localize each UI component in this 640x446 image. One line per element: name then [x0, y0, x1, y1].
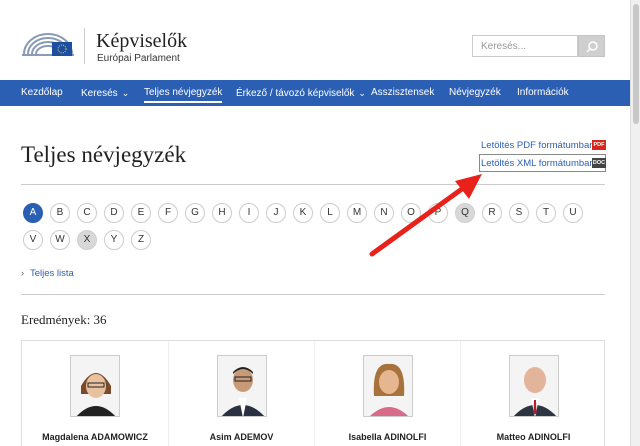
full-list-link[interactable]: › Teljes lista	[21, 268, 74, 279]
member-photo[interactable]	[70, 355, 120, 417]
letter-c-button[interactable]: C	[77, 203, 97, 223]
member-photo[interactable]	[508, 355, 559, 417]
page: Képviselők Európai Parlament Keresés... …	[0, 0, 630, 446]
search-input[interactable]: Keresés...	[472, 35, 578, 57]
nav-item-full-list[interactable]: Teljes névjegyzék	[144, 80, 223, 106]
letter-r-button[interactable]: R	[482, 203, 502, 223]
letter-t-button[interactable]: T	[536, 203, 556, 223]
letter-s-button[interactable]: S	[509, 203, 529, 223]
letter-f-button[interactable]: F	[158, 203, 178, 223]
nav-item-directory[interactable]: Névjegyzék	[449, 80, 501, 106]
letter-q-button[interactable]: Q	[455, 203, 475, 223]
scrollbar-thumb[interactable]	[633, 4, 639, 124]
member-cards: Magdalena ADAMOWICZ Asim ADEMOV Isabella…	[21, 340, 605, 446]
member-name[interactable]: Isabella ADINOLFI	[315, 432, 460, 442]
letter-p-button[interactable]: P	[428, 203, 448, 223]
letter-d-button[interactable]: D	[104, 203, 124, 223]
nav-item-info[interactable]: Információk	[517, 80, 569, 106]
nav-item-assistants[interactable]: Asszisztensek	[371, 80, 434, 106]
results-count: Eredmények: 36	[21, 312, 107, 327]
letter-g-button[interactable]: G	[185, 203, 205, 223]
main-nav: Kezdőlap Keresés ⌄ Teljes névjegyzék Érke…	[0, 80, 630, 106]
page-title: Teljes névjegyzék	[21, 142, 187, 167]
letter-b-button[interactable]: B	[50, 203, 70, 223]
letter-k-button[interactable]: K	[293, 203, 313, 223]
member-name[interactable]: Matteo ADINOLFI	[461, 432, 606, 442]
member-card[interactable]: Matteo ADINOLFI	[460, 341, 606, 446]
download-xml-link[interactable]: Letöltés XML formátumban	[481, 158, 595, 169]
chevron-down-icon: ⌄	[358, 88, 366, 98]
parliament-logo-icon[interactable]	[22, 30, 74, 62]
letter-j-button[interactable]: J	[266, 203, 286, 223]
member-card[interactable]: Magdalena ADAMOWICZ	[22, 341, 168, 446]
letter-z-button[interactable]: Z	[131, 230, 151, 250]
search-button[interactable]	[578, 35, 605, 57]
letter-y-button[interactable]: Y	[104, 230, 124, 250]
letter-l-button[interactable]: L	[320, 203, 340, 223]
logo-divider	[84, 28, 85, 64]
nav-item-search[interactable]: Keresés ⌄	[81, 80, 129, 106]
letter-a-button[interactable]: A	[23, 203, 43, 223]
nav-item-home[interactable]: Kezdőlap	[21, 80, 63, 106]
letter-e-button[interactable]: E	[131, 203, 151, 223]
site-subtitle: Európai Parlament	[97, 53, 180, 64]
letter-o-button[interactable]: O	[401, 203, 421, 223]
pdf-icon[interactable]: PDF	[592, 140, 606, 150]
site-header: Képviselők Európai Parlament Keresés...	[0, 0, 630, 80]
divider	[21, 294, 605, 295]
letter-u-button[interactable]: U	[563, 203, 583, 223]
nav-item-incoming-outgoing[interactable]: Érkező / távozó képviselők ⌄	[236, 80, 366, 106]
member-name[interactable]: Magdalena ADAMOWICZ	[22, 432, 168, 442]
member-photo[interactable]	[362, 355, 413, 417]
chevron-right-icon: ›	[21, 268, 24, 278]
member-card[interactable]: Asim ADEMOV	[168, 341, 314, 446]
letter-i-button[interactable]: I	[239, 203, 259, 223]
download-pdf-link[interactable]: Letöltés PDF formátumban	[481, 140, 595, 151]
doc-icon[interactable]: DOC	[592, 158, 606, 168]
member-card[interactable]: Isabella ADINOLFI	[314, 341, 460, 446]
scrollbar[interactable]	[630, 0, 640, 446]
letter-w-button[interactable]: W	[50, 230, 70, 250]
site-title[interactable]: Képviselők	[96, 30, 187, 53]
member-name[interactable]: Asim ADEMOV	[169, 432, 314, 442]
member-photo[interactable]	[216, 355, 267, 417]
letter-v-button[interactable]: V	[23, 230, 43, 250]
divider	[21, 184, 605, 185]
search-icon	[586, 41, 598, 53]
chevron-down-icon: ⌄	[121, 88, 130, 98]
letter-m-button[interactable]: M	[347, 203, 367, 223]
letter-h-button[interactable]: H	[212, 203, 232, 223]
letter-x-button[interactable]: X	[77, 230, 97, 250]
letter-n-button[interactable]: N	[374, 203, 394, 223]
